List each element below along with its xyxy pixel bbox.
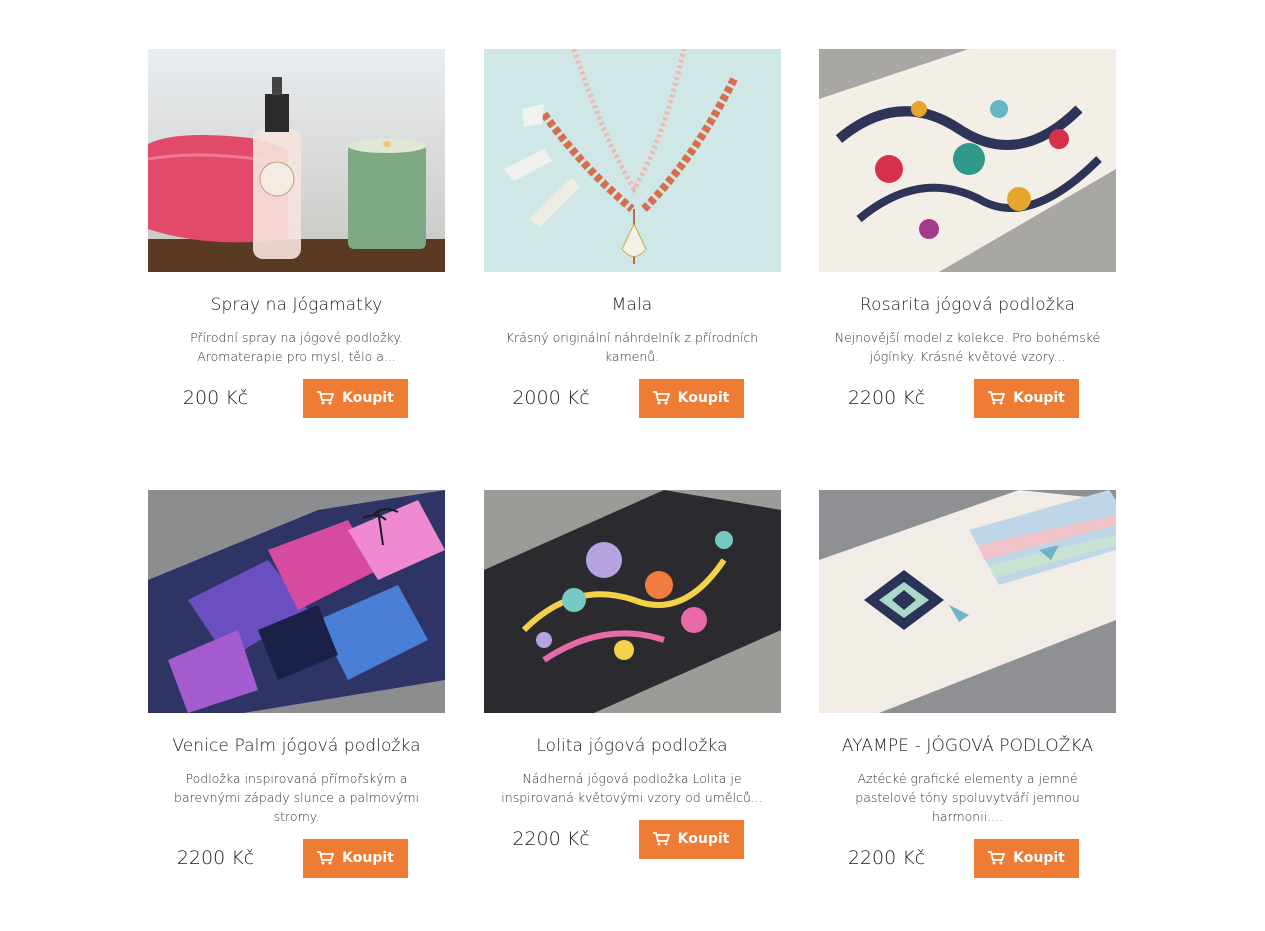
product-description: Podložka inspirovaná přímořským a barevn…	[174, 771, 419, 824]
product-title[interactable]: Venice Palm jógová podložka	[148, 735, 445, 757]
buy-button-label: Koupit	[342, 850, 394, 866]
venice-palm-mat-photo	[148, 490, 445, 713]
product-price: 2000 Kč	[512, 387, 590, 409]
ayampe-mat-photo	[819, 490, 1116, 713]
product-price: 2200 Kč	[176, 847, 255, 869]
product-title[interactable]: AYAMPE - JÓGOVÁ PODLOŽKA	[819, 735, 1116, 757]
product-description: Nejnovější model z kolekce. Pro bohémské…	[834, 330, 1101, 364]
rosarita-mat-photo	[819, 49, 1116, 272]
buy-button[interactable]: Koupit	[638, 819, 744, 859]
product-card: Venice Palm jógová podložka Podložka ins…	[148, 490, 445, 931]
cart-icon	[652, 832, 670, 846]
mala-necklace-photo	[483, 49, 781, 272]
product-price: 200 Kč	[182, 387, 249, 409]
cart-icon	[652, 391, 670, 405]
cart-icon	[317, 851, 335, 865]
buy-button[interactable]: Koupit	[974, 838, 1079, 878]
buy-button-label: Koupit	[1013, 390, 1065, 406]
buy-button[interactable]: Koupit	[303, 838, 408, 878]
product-description: Aztécké grafické elementy a jemné pastel…	[855, 771, 1080, 824]
product-image-link[interactable]	[483, 490, 781, 713]
buy-button-label: Koupit	[677, 390, 730, 406]
product-image-link[interactable]	[483, 49, 781, 272]
cart-icon	[317, 391, 335, 405]
product-image-link[interactable]	[148, 49, 445, 272]
cart-icon	[988, 391, 1006, 405]
product-description: Nádherná jógová podložka Lolita je inspi…	[501, 771, 763, 805]
product-card: AYAMPE - JÓGOVÁ PODLOŽKA Aztécké grafick…	[819, 490, 1116, 931]
buy-row: 2200 Kč Koupit	[148, 838, 445, 878]
buy-button-label: Koupit	[342, 390, 394, 406]
product-grid: Spray na Jógamatky Přírodní spray na jóg…	[148, 49, 1116, 931]
product-image-link[interactable]	[148, 490, 445, 713]
buy-button[interactable]: Koupit	[303, 378, 408, 418]
product-card: Lolita jógová podložka Nádherná jógová p…	[483, 490, 781, 931]
buy-button-label: Koupit	[677, 831, 730, 847]
product-title[interactable]: Lolita jógová podložka	[484, 735, 781, 757]
product-price: 2200 Kč	[512, 828, 590, 850]
product-image-link[interactable]	[819, 49, 1116, 272]
product-title[interactable]: Rosarita jógová podložka	[819, 294, 1116, 316]
product-card: Spray na Jógamatky Přírodní spray na jóg…	[148, 49, 445, 490]
product-description: Přírodní spray na jógové podložky. Aroma…	[190, 330, 403, 364]
buy-button[interactable]: Koupit	[974, 378, 1079, 418]
buy-row: 2200 Kč Koupit	[484, 819, 781, 859]
product-price: 2200 Kč	[847, 847, 926, 869]
product-image-link[interactable]	[819, 490, 1116, 713]
spray-bottle-candle-photo	[148, 49, 445, 272]
buy-row: 200 Kč Koupit	[148, 378, 445, 418]
lolita-mat-photo	[483, 490, 781, 713]
buy-button-label: Koupit	[1013, 850, 1065, 866]
buy-row: 2200 Kč Koupit	[819, 838, 1116, 878]
buy-row: 2000 Kč Koupit	[484, 378, 781, 418]
product-card: Rosarita jógová podložka Nejnovější mode…	[819, 49, 1116, 490]
product-card: Mala Krásný originální náhrdelník z přír…	[483, 49, 781, 490]
product-title[interactable]: Spray na Jógamatky	[148, 294, 445, 316]
buy-row: 2200 Kč Koupit	[819, 378, 1116, 418]
cart-icon	[988, 851, 1006, 865]
product-title[interactable]: Mala	[484, 294, 781, 316]
buy-button[interactable]: Koupit	[638, 378, 744, 418]
product-description: Krásný originální náhrdelník z přírodníc…	[505, 330, 759, 364]
product-price: 2200 Kč	[847, 387, 926, 409]
